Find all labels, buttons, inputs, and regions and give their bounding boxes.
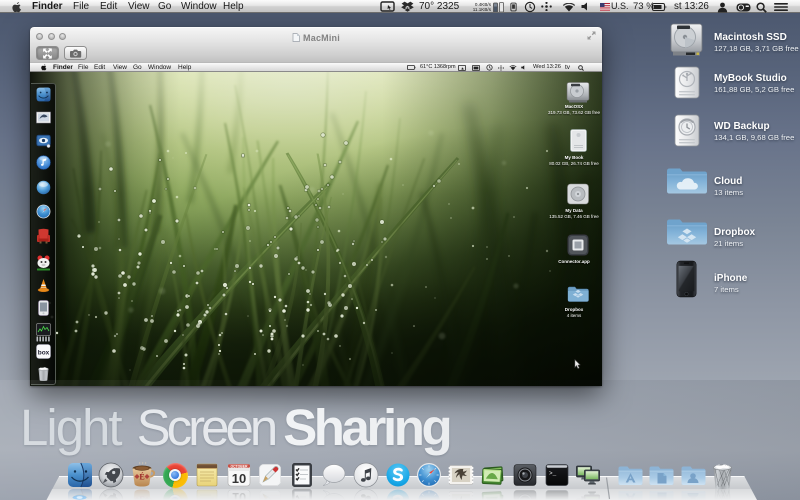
svg-text:OCTOBER: OCTOBER bbox=[230, 464, 247, 468]
svg-text:box: box bbox=[38, 350, 50, 357]
svg-text:10: 10 bbox=[231, 471, 245, 486]
svg-text:>_: >_ bbox=[549, 470, 557, 477]
svg-text:É: É bbox=[140, 472, 145, 482]
